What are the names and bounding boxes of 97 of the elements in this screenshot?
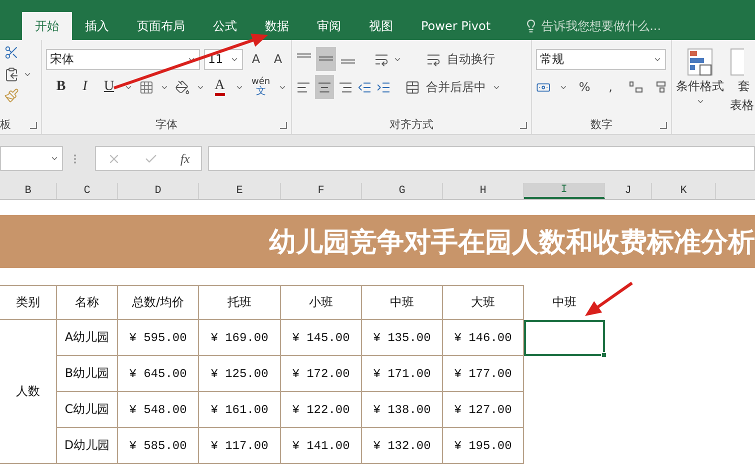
group-label: 对齐方式 xyxy=(390,116,434,132)
column-header[interactable]: E xyxy=(199,183,281,199)
font-name-select[interactable]: 宋体 xyxy=(46,48,200,70)
header-cell: 大班 xyxy=(443,285,524,320)
header-cell: 名称 xyxy=(57,285,118,320)
copy-icon[interactable] xyxy=(4,66,19,82)
table-cell: ¥ 172.00 xyxy=(281,356,362,392)
cut-icon[interactable] xyxy=(4,45,19,60)
column-header[interactable]: C xyxy=(57,183,118,199)
ribbon-tab[interactable]: 视图 xyxy=(356,12,406,40)
header-cell: 类别 xyxy=(0,285,57,320)
underline-button[interactable]: U xyxy=(100,75,118,99)
header-cell: 托班 xyxy=(199,285,281,320)
table-cell: ¥ 145.00 xyxy=(281,320,362,356)
header-cell: 总数/均价 xyxy=(118,285,199,320)
column-header[interactable]: K xyxy=(652,183,716,199)
comma-button[interactable]: , xyxy=(602,75,620,99)
ribbon-tab[interactable]: 公式 xyxy=(200,12,250,40)
table-cell: ¥ 117.00 xyxy=(199,428,281,464)
wrap-text-icon[interactable] xyxy=(426,52,441,66)
ribbon-tab[interactable]: 插入 xyxy=(72,12,122,40)
group-label: 字体 xyxy=(156,116,178,132)
table-cell: A幼儿园 xyxy=(57,320,118,356)
percent-button[interactable]: % xyxy=(576,75,594,99)
caret-icon[interactable] xyxy=(50,154,59,163)
shrink-font-button[interactable]: A xyxy=(269,47,287,71)
tell-me-field[interactable]: 告诉我您想要做什么... xyxy=(542,18,662,34)
borders-icon[interactable] xyxy=(138,80,154,94)
table-icon xyxy=(730,48,744,76)
number-format-select[interactable]: 常规 xyxy=(536,48,666,70)
dialog-launcher-icon[interactable] xyxy=(660,122,667,129)
table-cell: ¥ 169.00 xyxy=(199,320,281,356)
table-cell: ¥ 127.00 xyxy=(443,392,524,428)
ribbon-tab[interactable]: Power Pivot xyxy=(408,12,504,40)
conditional-format-icon xyxy=(687,48,713,76)
table-cell: ¥ 195.00 xyxy=(443,428,524,464)
table-cell: ¥ 132.00 xyxy=(362,428,443,464)
arrow-annotation xyxy=(585,282,633,316)
table-cell: ¥ 125.00 xyxy=(199,356,281,392)
dialog-launcher-icon[interactable] xyxy=(280,122,287,129)
table-cell: ¥ 595.00 xyxy=(118,320,199,356)
table-cell: ¥ 141.00 xyxy=(281,428,362,464)
column-header[interactable]: J xyxy=(605,183,652,199)
table-cell: ¥ 146.00 xyxy=(443,320,524,356)
column-header[interactable]: B xyxy=(0,183,57,199)
sheet-title: 幼儿园竞争对手在园人数和收费标准分析 xyxy=(269,226,755,260)
header-cell-text: 中班 xyxy=(552,294,578,311)
header-cell: 中班 xyxy=(362,285,443,320)
group-label: 数字 xyxy=(590,116,612,132)
bold-button[interactable]: B xyxy=(52,75,70,99)
table-cell: ¥ 138.00 xyxy=(362,392,443,428)
font-color-button[interactable]: A xyxy=(210,75,229,99)
align-center-icon[interactable] xyxy=(317,80,332,94)
table-cell: ¥ 122.00 xyxy=(281,392,362,428)
table-cell: ¥ 161.00 xyxy=(199,392,281,428)
format-table-button[interactable]: 套 表格 xyxy=(730,48,754,134)
table-cell: C幼儿园 xyxy=(57,392,118,428)
grow-font-button[interactable]: A xyxy=(247,47,265,71)
ribbon-tab[interactable]: 页面布局 xyxy=(124,12,198,40)
table-cell: ¥ 177.00 xyxy=(443,356,524,392)
table-cell: ¥ 135.00 xyxy=(362,320,443,356)
insert-function-button[interactable]: fx xyxy=(180,150,190,166)
table-cell: ¥ 585.00 xyxy=(118,428,199,464)
table-cell: ¥ 548.00 xyxy=(118,392,199,428)
dialog-launcher-icon[interactable] xyxy=(30,122,37,129)
active-cell[interactable] xyxy=(524,320,605,356)
table-cell: ¥ 171.00 xyxy=(362,356,443,392)
italic-button[interactable]: I xyxy=(76,75,94,99)
conditional-format-button[interactable]: 条件格式 xyxy=(676,48,724,134)
group-label: 板 xyxy=(0,116,11,132)
decrease-indent-icon[interactable] xyxy=(357,80,372,94)
category-cell: 人数 xyxy=(0,320,57,464)
ribbon-tab[interactable]: 开始 xyxy=(22,12,72,40)
increase-indent-icon[interactable] xyxy=(376,80,391,94)
align-center-button[interactable] xyxy=(315,75,334,99)
wrap-text-button[interactable]: 自动换行 xyxy=(445,47,497,71)
fill-color-icon[interactable] xyxy=(174,80,190,94)
column-header[interactable]: I xyxy=(524,183,605,199)
merge-icon[interactable] xyxy=(405,80,420,94)
column-header[interactable]: D xyxy=(118,183,199,199)
header-cell: 小班 xyxy=(281,285,362,320)
formula-input[interactable] xyxy=(208,146,755,171)
merge-center-button[interactable]: 合并后居中 xyxy=(424,75,488,99)
increase-decimal-icon[interactable] xyxy=(628,80,644,94)
align-left-icon[interactable] xyxy=(296,80,311,94)
middle-align-button[interactable] xyxy=(316,47,336,71)
table-cell: D幼儿园 xyxy=(57,428,118,464)
column-header[interactable]: F xyxy=(281,183,362,199)
table-cell: B幼儿园 xyxy=(57,356,118,392)
ribbon-tab[interactable]: 数据 xyxy=(252,12,302,40)
ribbon-tab[interactable]: 审阅 xyxy=(304,12,354,40)
caret-icon[interactable] xyxy=(696,97,704,106)
column-header[interactable]: G xyxy=(362,183,443,199)
table-cell: ¥ 645.00 xyxy=(118,356,199,392)
dialog-launcher-icon[interactable] xyxy=(520,122,527,129)
align-right-icon[interactable] xyxy=(338,80,353,94)
phonetic-button[interactable]: wén 文 xyxy=(250,75,272,99)
